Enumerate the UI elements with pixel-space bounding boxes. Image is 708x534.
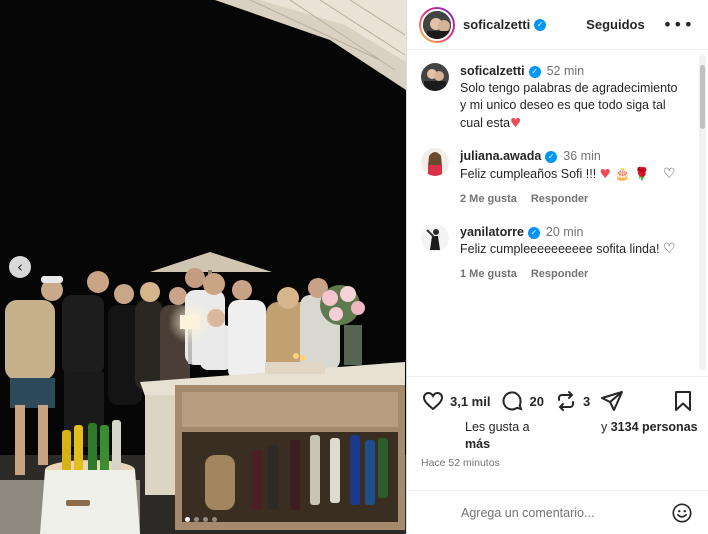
reply-button[interactable]: Responder: [531, 193, 588, 205]
post-photo[interactable]: ‹: [0, 0, 406, 534]
comment-username[interactable]: juliana.awada: [460, 149, 541, 163]
likes-others-link[interactable]: 3134 personas: [611, 420, 698, 434]
avatar[interactable]: [421, 224, 449, 252]
comments-scrollbar[interactable]: [699, 55, 706, 370]
likes-count[interactable]: 3,1 mil: [450, 394, 490, 409]
carousel-dot: [185, 517, 190, 522]
like-comment-icon[interactable]: ♡: [663, 166, 676, 182]
comment-icon[interactable]: [500, 389, 524, 413]
caption-text: Solo tengo palabras de agradecimiento y …: [460, 81, 678, 130]
comment-username[interactable]: yanilatorre: [460, 225, 524, 239]
post-time[interactable]: Hace 52 minutos: [421, 457, 500, 469]
heart-icon[interactable]: [421, 389, 445, 413]
avatar[interactable]: [421, 63, 449, 91]
add-comment-bar: [407, 490, 708, 534]
likes-prefix: Les gusta a: [465, 420, 530, 434]
comment-time: 36 min: [563, 149, 601, 163]
author-avatar[interactable]: [419, 6, 455, 43]
likes-summary-left: Les gusta a más: [465, 419, 555, 453]
avatar[interactable]: [421, 148, 449, 176]
heart-emoji: ♥: [510, 115, 522, 130]
reply-button[interactable]: Responder: [531, 268, 588, 280]
comment-item: juliana.awada ✓ 36 min Feliz cumpleaños So…: [421, 148, 682, 208]
comment-text: Feliz cumpleeeeeeeeee sofita linda!: [460, 242, 660, 256]
caption: soficalzetti ✓ 52 min Solo tengo palabras …: [421, 63, 682, 132]
comment-likes[interactable]: 2 Me gusta: [460, 193, 517, 205]
bookmark-icon[interactable]: [671, 389, 695, 413]
verified-icon: ✓: [545, 150, 558, 163]
author-username[interactable]: soficalzetti: [463, 17, 530, 32]
reposts-count[interactable]: 3: [583, 394, 590, 409]
repost-icon[interactable]: [554, 389, 578, 413]
post-header: soficalzetti ✓ Seguidos •••: [407, 0, 708, 50]
verified-icon: ✓: [527, 226, 540, 239]
caption-time: 52 min: [546, 64, 585, 78]
following-button[interactable]: Seguidos: [586, 17, 645, 32]
carousel-dots: [185, 517, 217, 522]
comment-likes[interactable]: 1 Me gusta: [460, 268, 517, 280]
comment-time: 20 min: [545, 225, 584, 239]
verified-icon: ✓: [528, 65, 541, 78]
previous-photo-button[interactable]: ‹: [9, 256, 31, 278]
comment-item: yanilatorre ✓ 20 min Feliz cumpleeeeeeeeee…: [421, 224, 682, 283]
carousel-dot: [212, 517, 217, 522]
caption-username[interactable]: soficalzetti: [460, 64, 525, 78]
emoji-icon[interactable]: [671, 502, 693, 524]
comments-count[interactable]: 20: [529, 394, 543, 409]
likes-more-link[interactable]: más: [465, 437, 490, 451]
like-comment-icon[interactable]: ♡: [663, 241, 676, 257]
chevron-left-icon: ‹: [17, 258, 23, 276]
post-actions: 3,1 mil 20 3 Les gusta a más y 3134 pers…: [407, 376, 708, 490]
add-comment-input[interactable]: [461, 505, 671, 520]
share-icon[interactable]: [600, 389, 624, 413]
more-options-icon[interactable]: •••: [663, 15, 694, 34]
comment-emoji: ♥ 🎂 🌹: [599, 166, 650, 181]
carousel-dot: [203, 517, 208, 522]
carousel-dot: [194, 517, 199, 522]
comments-list[interactable]: soficalzetti ✓ 52 min Solo tengo palabras …: [407, 51, 697, 375]
party-photo-image: [0, 0, 406, 534]
verified-icon: ✓: [534, 18, 547, 31]
likes-middle: y: [601, 420, 608, 434]
scrollbar-thumb[interactable]: [700, 65, 705, 129]
post-side-panel: soficalzetti ✓ Seguidos ••• soficalzetti…: [406, 0, 708, 534]
likes-summary-right: y 3134 personas: [601, 419, 698, 436]
comment-text: Feliz cumpleaños Sofi !!!: [460, 167, 600, 181]
